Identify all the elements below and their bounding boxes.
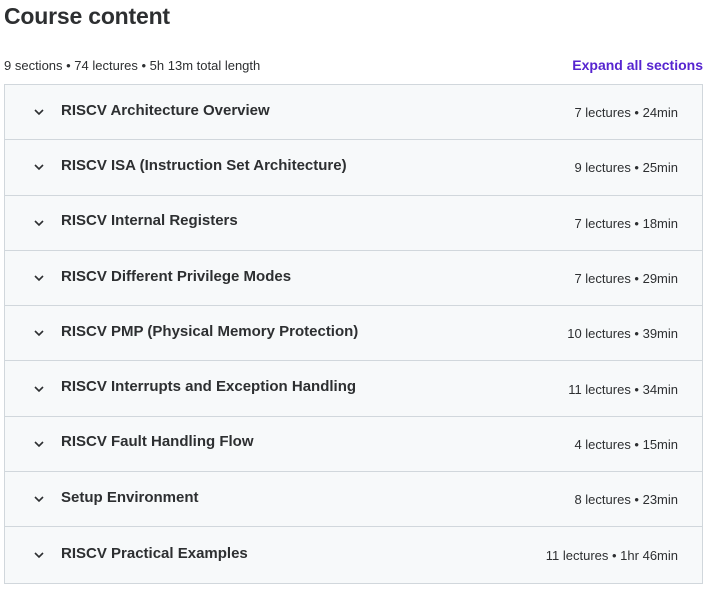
chevron-down-icon — [32, 492, 46, 506]
section-info: 7 lectures • 29min — [574, 271, 678, 287]
section-title: RISCV ISA (Instruction Set Architecture) — [61, 156, 347, 174]
section-row[interactable]: Setup Environment 8 lectures • 23min — [5, 472, 702, 528]
chevron-down-icon — [32, 216, 46, 230]
section-row[interactable]: RISCV Practical Examples 11 lectures • 1… — [5, 527, 702, 583]
section-row[interactable]: RISCV Different Privilege Modes 7 lectur… — [5, 250, 702, 307]
section-row[interactable]: RISCV PMP (Physical Memory Protection) 1… — [5, 306, 702, 362]
sections-accordion: RISCV Architecture Overview 7 lectures •… — [4, 84, 703, 584]
course-meta-row: 9 sections • 74 lectures • 5h 13m total … — [4, 56, 703, 74]
section-title: RISCV Practical Examples — [61, 544, 248, 562]
chevron-down-icon — [32, 437, 46, 451]
chevron-down-icon — [32, 105, 46, 119]
section-row[interactable]: RISCV Interrupts and Exception Handling … — [5, 361, 702, 417]
section-row[interactable]: RISCV Fault Handling Flow 4 lectures • 1… — [5, 416, 702, 473]
course-summary: 9 sections • 74 lectures • 5h 13m total … — [4, 57, 261, 73]
chevron-down-icon — [32, 382, 46, 396]
section-info: 10 lectures • 39min — [567, 326, 678, 342]
section-title: RISCV Architecture Overview — [61, 101, 270, 119]
chevron-down-icon — [32, 160, 46, 174]
chevron-down-icon — [32, 548, 46, 562]
section-title: RISCV Interrupts and Exception Handling — [61, 378, 357, 396]
section-info: 9 lectures • 25min — [574, 160, 678, 176]
section-info: 11 lectures • 34min — [568, 381, 678, 397]
section-info: 7 lectures • 18min — [574, 215, 678, 231]
chevron-down-icon — [32, 326, 46, 340]
section-info: 4 lectures • 15min — [574, 436, 678, 452]
section-title: Setup Environment — [61, 488, 199, 506]
section-info: 11 lectures • 1hr 46min — [545, 548, 678, 564]
section-row[interactable]: RISCV ISA (Instruction Set Architecture)… — [5, 140, 702, 196]
section-row[interactable]: RISCV Internal Registers 7 lectures • 18… — [5, 195, 702, 251]
page-title: Course content — [4, 3, 170, 29]
expand-all-sections-button[interactable]: Expand all sections — [572, 57, 703, 73]
section-title: RISCV Different Privilege Modes — [61, 267, 292, 285]
section-info: 7 lectures • 24min — [574, 105, 678, 121]
section-title: RISCV Internal Registers — [61, 212, 238, 230]
section-title: RISCV PMP (Physical Memory Protection) — [61, 322, 359, 340]
section-title: RISCV Fault Handling Flow — [61, 433, 254, 451]
section-row[interactable]: RISCV Architecture Overview 7 lectures •… — [5, 85, 702, 141]
chevron-down-icon — [32, 271, 46, 285]
section-info: 8 lectures • 23min — [574, 492, 678, 508]
